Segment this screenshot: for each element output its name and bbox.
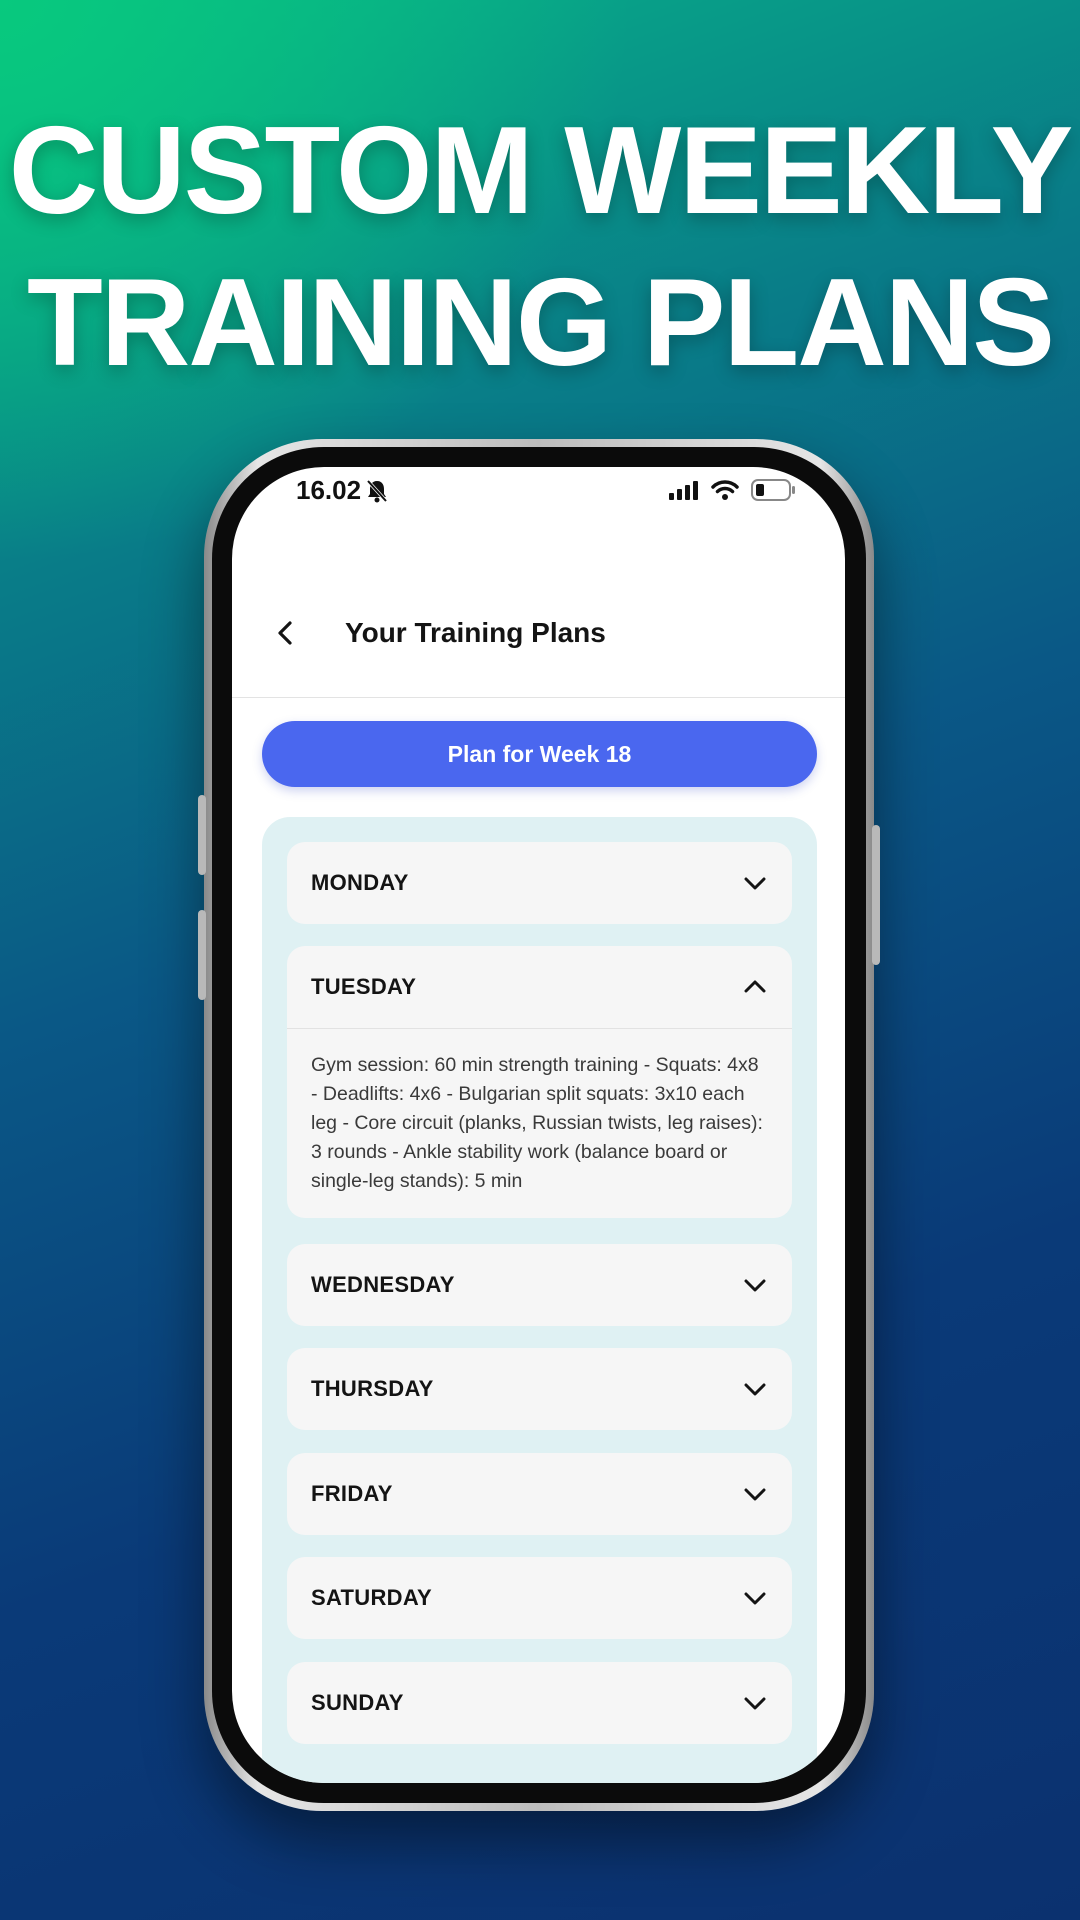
chevron-down-icon[interactable] (742, 870, 768, 896)
day-label: SATURDAY (311, 1585, 432, 1610)
chevron-down-icon[interactable] (742, 1272, 768, 1298)
chevron-down-icon[interactable] (742, 1585, 768, 1611)
back-button[interactable] (270, 617, 302, 649)
day-card-saturday[interactable]: SATURDAY (287, 1557, 792, 1639)
headline-line-2: TRAINING PLANS (27, 254, 1055, 392)
day-label: MONDAY (311, 870, 409, 895)
bell-off-icon (366, 479, 388, 503)
plan-week-button[interactable]: Plan for Week 18 (262, 721, 817, 787)
page-title: Your Training Plans (345, 617, 606, 648)
days-panel: MONDAY TUESDAY Gym session: 60 min stren… (262, 817, 817, 1783)
day-card-friday[interactable]: FRIDAY (287, 1453, 792, 1535)
phone-side-button (198, 910, 206, 1000)
signal-icon (669, 481, 698, 500)
navigation-bar: Your Training Plans (232, 567, 845, 698)
chevron-down-icon[interactable] (742, 1481, 768, 1507)
day-card-tuesday[interactable]: TUESDAY Gym session: 60 min strength tra… (287, 946, 792, 1218)
day-label: FRIDAY (311, 1481, 393, 1506)
day-card-sunday[interactable]: SUNDAY (287, 1662, 792, 1744)
day-plan-content: Gym session: 60 min strength training - … (287, 1028, 792, 1218)
day-label: WEDNESDAY (311, 1272, 455, 1297)
phone-screen: 16.02 Your Training Plans Plan for Week … (232, 467, 845, 1783)
wifi-icon (711, 480, 739, 500)
day-card-monday[interactable]: MONDAY (287, 842, 792, 924)
day-label: TUESDAY (311, 974, 417, 999)
marketing-headline: CUSTOM WEEKLY TRAINING PLANS (0, 95, 1080, 399)
status-bar: 16.02 (232, 467, 845, 527)
battery-icon (751, 479, 795, 501)
chevron-down-icon[interactable] (742, 1690, 768, 1716)
day-card-thursday[interactable]: THURSDAY (287, 1348, 792, 1430)
headline-line-1: CUSTOM WEEKLY (8, 102, 1074, 240)
phone-power-button (872, 825, 880, 965)
chevron-up-icon[interactable] (742, 974, 768, 1000)
phone-side-button (198, 795, 206, 875)
chevron-down-icon[interactable] (742, 1376, 768, 1402)
day-label: SUNDAY (311, 1690, 404, 1715)
day-label: THURSDAY (311, 1376, 434, 1401)
day-card-wednesday[interactable]: WEDNESDAY (287, 1244, 792, 1326)
status-time: 16.02 (296, 475, 362, 505)
